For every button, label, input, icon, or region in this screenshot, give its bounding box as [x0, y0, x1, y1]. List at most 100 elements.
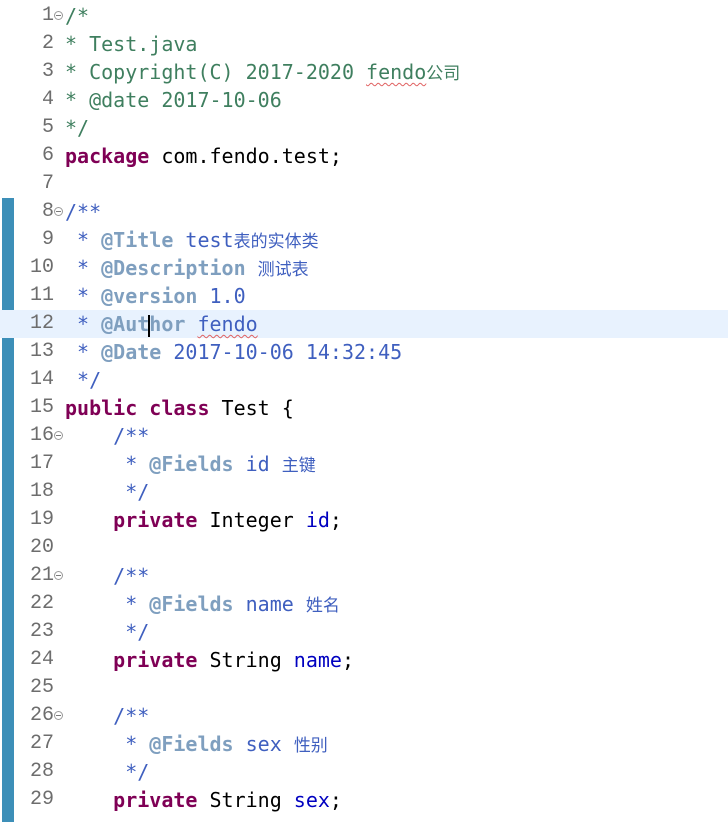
code-token: 表的实体类	[233, 232, 319, 252]
code-token: *	[65, 256, 102, 280]
line-number: 14	[29, 368, 54, 391]
code-text: private Integer id;	[65, 506, 342, 534]
code-line[interactable]: 16 /**	[0, 422, 728, 450]
code-line[interactable]: 29 private String sex;	[0, 786, 728, 814]
code-line[interactable]: 13 * @Date 2017-10-06 14:32:45	[0, 338, 728, 366]
code-token: @Title	[101, 228, 174, 252]
fold-collapse-icon[interactable]	[54, 207, 63, 216]
line-number: 9	[41, 228, 54, 251]
code-line[interactable]: 22 * @Fields name 姓名	[0, 590, 728, 618]
code-text: * @Description 测试表	[65, 254, 309, 284]
code-token: Test {	[209, 396, 294, 420]
code-text: private String sex;	[65, 786, 342, 814]
fold-collapse-icon[interactable]	[54, 431, 63, 440]
line-number: 28	[29, 760, 54, 783]
code-line[interactable]: 28 */	[0, 758, 728, 786]
code-token: 2017-10-06 14:32:45	[161, 340, 403, 364]
code-line[interactable]: 19 private Integer id;	[0, 506, 728, 534]
code-line[interactable]: 6 package com.fendo.test;	[0, 142, 728, 170]
code-line[interactable]: 25	[0, 674, 728, 702]
line-number: 4	[41, 88, 54, 111]
code-token: ;	[329, 788, 342, 812]
code-text: /**	[65, 422, 149, 450]
code-token: 测试表	[257, 260, 309, 280]
line-number: 19	[29, 508, 54, 531]
code-line[interactable]: 10 * @Description 测试表	[0, 254, 728, 282]
code-text: /**	[65, 198, 101, 226]
code-line[interactable]: 7	[0, 170, 728, 198]
code-token: @version	[101, 284, 198, 308]
line-number: 29	[29, 788, 54, 811]
line-number: 1	[41, 4, 54, 27]
code-line[interactable]: 8 /**	[0, 198, 728, 226]
code-line[interactable]: 5 */	[0, 114, 728, 142]
code-token: name	[293, 648, 342, 672]
line-number: 27	[29, 732, 54, 755]
code-text: * @date 2017-10-06	[65, 86, 282, 114]
code-token: *	[65, 312, 102, 336]
code-text: * @Title test表的实体类	[65, 226, 319, 256]
code-text: /**	[65, 562, 149, 590]
code-text: * @Date 2017-10-06 14:32:45	[65, 338, 402, 366]
code-text: /**	[65, 702, 149, 730]
code-token: */	[65, 368, 102, 392]
line-number: 16	[29, 424, 54, 447]
code-line[interactable]: 9 * @Title test表的实体类	[0, 226, 728, 254]
code-line[interactable]: 15 public class Test {	[0, 394, 728, 422]
code-token: *	[65, 452, 150, 476]
fold-collapse-icon[interactable]	[54, 571, 63, 580]
code-line[interactable]: 20	[0, 534, 728, 562]
code-line[interactable]: 3 * Copyright(C) 2017-2020 fendo公司	[0, 58, 728, 86]
line-number: 23	[29, 620, 54, 643]
code-line[interactable]: 27 * @Fields sex 性别	[0, 730, 728, 758]
fold-collapse-icon[interactable]	[54, 711, 63, 720]
code-line[interactable]: 1 /*	[0, 2, 728, 30]
line-number: 12	[29, 312, 54, 335]
code-token: * @date 2017-10-06	[65, 88, 282, 112]
code-token: package	[65, 144, 150, 168]
code-token: @Fields	[149, 592, 234, 616]
code-line[interactable]: 2 * Test.java	[0, 30, 728, 58]
code-token: 主键	[281, 456, 316, 476]
code-editor[interactable]: 1 /* 2 * Test.java 3 * Copyright(C) 2017-2020…	[0, 0, 728, 822]
code-line[interactable]: 23 */	[0, 618, 728, 646]
code-token: *	[65, 228, 102, 252]
fold-collapse-icon[interactable]	[54, 11, 63, 20]
code-token: 公司	[426, 64, 461, 84]
code-token: id	[305, 508, 330, 532]
code-token: * Test.java	[65, 32, 198, 56]
code-token: test	[173, 228, 234, 252]
code-token: 姓名	[305, 596, 340, 616]
code-token: fendo	[366, 60, 427, 84]
code-line[interactable]: 24 private String name;	[0, 646, 728, 674]
code-token: private	[65, 788, 198, 812]
code-text: public class Test {	[65, 394, 294, 422]
code-line[interactable]: 11 * @version 1.0	[0, 282, 728, 310]
code-text: * @Author fendo	[65, 310, 258, 338]
code-token: public	[65, 396, 138, 420]
code-token: String	[197, 648, 294, 672]
code-text: * Copyright(C) 2017-2020 fendo公司	[65, 58, 460, 88]
code-text: */	[65, 758, 149, 786]
code-line[interactable]: 26 /**	[0, 702, 728, 730]
line-number: 25	[29, 676, 54, 699]
code-line[interactable]: 14 */	[0, 366, 728, 394]
code-token: */	[65, 620, 150, 644]
code-text: private String name;	[65, 646, 354, 674]
code-token: *	[65, 284, 102, 308]
code-line-current[interactable]: 12 * @Author fendo	[0, 310, 728, 338]
code-token: /**	[65, 200, 102, 224]
code-line[interactable]: 4 * @date 2017-10-06	[0, 86, 728, 114]
code-text: package com.fendo.test;	[65, 142, 342, 170]
code-text: * @version 1.0	[65, 282, 246, 310]
code-line[interactable]: 21 /**	[0, 562, 728, 590]
code-line[interactable]: 18 */	[0, 478, 728, 506]
code-token: private	[65, 648, 198, 672]
code-line[interactable]: 17 * @Fields id 主键	[0, 450, 728, 478]
code-token: @Fields	[149, 452, 234, 476]
code-token: name	[233, 592, 306, 616]
line-number: 10	[29, 256, 54, 279]
line-number: 5	[41, 116, 54, 139]
